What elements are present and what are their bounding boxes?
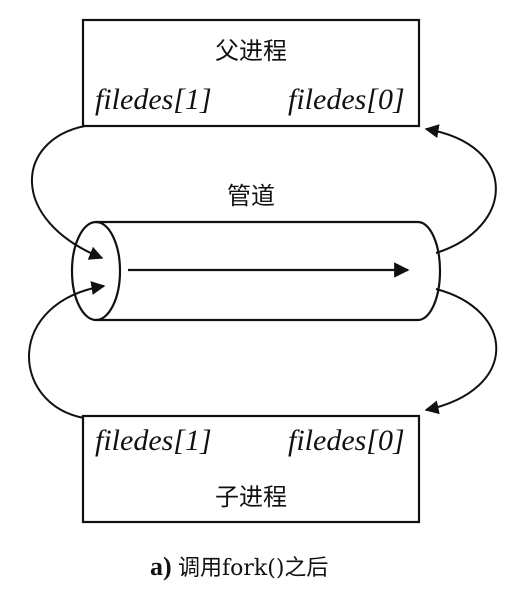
caption: a) 调用fork()之后 [150,552,328,581]
parent-process-title: 父进程 [215,37,287,65]
caption-text: 调用fork()之后 [178,556,328,581]
pipe-after-fork-diagram: 父进程 filedes[1] filedes[0] 管道 filedes[1] … [28,18,498,581]
parent-fd-write-label: filedes[1] [95,83,212,116]
parent-process-box: 父进程 filedes[1] filedes[0] [81,18,421,128]
child-write-arrow [28,281,106,419]
child-process-title: 子进程 [215,483,287,511]
parent-write-arrow [31,125,104,260]
child-fd-read-label: filedes[0] [288,424,405,457]
parent-fd-read-label: filedes[0] [288,83,405,116]
child-read-arrow [424,288,498,415]
parent-read-arrow [424,124,497,254]
pipe-opening-ellipse [70,220,122,322]
child-fd-write-label: filedes[1] [95,424,212,457]
child-process-box: filedes[1] filedes[0] 子进程 [81,414,421,524]
pipe-label: 管道 [227,182,275,210]
caption-prefix: a) [150,552,172,581]
